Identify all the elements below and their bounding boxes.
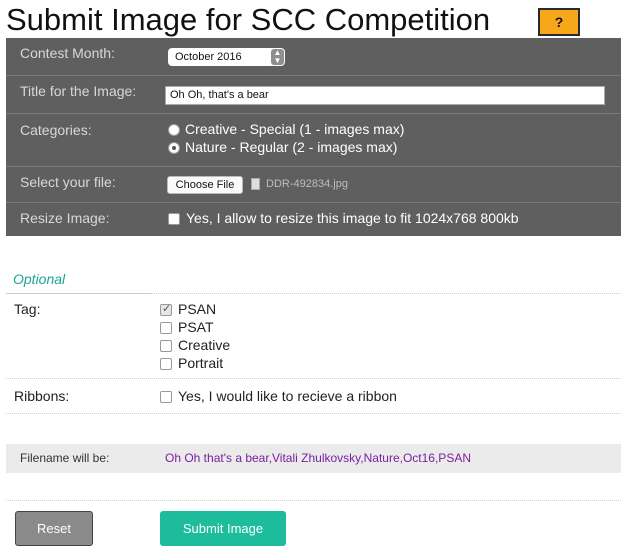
tag-option-psat[interactable]: PSAT [160,319,214,335]
tag-label-creative: Creative [178,337,231,353]
optional-divider [6,293,151,294]
choose-file-button[interactable]: Choose File [167,176,243,194]
divider [151,293,621,294]
title-label: Title for the Image: [20,83,137,99]
tag-label: Tag: [14,301,41,317]
ribbon-checkbox[interactable] [160,391,172,404]
category-radio-nature[interactable] [168,142,180,155]
contest-month-label: Contest Month: [20,45,115,61]
resize-option[interactable]: Yes, I allow to resize this image to fit… [168,210,519,226]
tag-checkbox-psat[interactable] [160,322,172,335]
title-input[interactable]: Oh Oh, that's a bear [165,86,605,105]
tag-checkbox-psan[interactable] [160,302,172,317]
page-title: Submit Image for SCC Competition [6,2,491,37]
tag-checkbox-creative[interactable] [160,340,172,353]
resize-row: Resize Image: Yes, I allow to resize thi… [6,203,621,236]
tag-option-psan[interactable]: PSAN [160,301,216,317]
tag-label-portrait: Portrait [178,355,224,371]
ribbons-label: Ribbons: [14,388,70,404]
category-radio-creative[interactable] [168,124,180,137]
file-label: Select your file: [20,174,116,190]
category-option-nature[interactable]: Nature - Regular (2 - images max) [168,139,397,155]
select-arrows-icon: ▲ ▼ [271,49,284,65]
ribbon-option[interactable]: Yes, I would like to recieve a ribbon [160,388,397,404]
submit-image-button[interactable]: Submit Image [160,511,286,546]
category-option-creative[interactable]: Creative - Special (1 - images max) [168,121,404,137]
tag-label-psat: PSAT [178,319,214,335]
category-label-creative: Creative - Special (1 - images max) [185,121,405,137]
filename-preview-label: Filename will be: [20,451,110,465]
divider [6,500,621,501]
submission-form-panel: Contest Month: October 2016 ▲ ▼ Title for… [6,38,621,236]
help-button[interactable]: ? [538,8,580,36]
tag-checkbox-portrait[interactable] [160,358,172,371]
divider [6,413,621,414]
category-label-nature: Nature - Regular (2 - images max) [185,139,398,155]
resize-text: Yes, I allow to resize this image to fit… [186,210,519,226]
selected-file-name: DDR-492834.jpg [266,178,348,190]
resize-checkbox[interactable] [168,213,180,226]
reset-button[interactable]: Reset [15,511,93,546]
tag-option-creative[interactable]: Creative [160,337,230,353]
tag-option-portrait[interactable]: Portrait [160,355,223,371]
filename-preview-bar: Filename will be: Oh Oh that's a bear,Vi… [6,444,621,473]
optional-heading: Optional [13,271,66,287]
contest-month-row: Contest Month: October 2016 ▲ ▼ [6,38,621,76]
file-icon [251,178,260,190]
categories-row: Categories: Creative - Special (1 - imag… [6,114,621,167]
divider [6,378,621,379]
contest-month-value: October 2016 [175,51,242,63]
filename-preview-value: Oh Oh that's a bear,Vitali Zhulkovsky,Na… [165,451,471,465]
categories-label: Categories: [20,122,92,138]
ribbon-text: Yes, I would like to recieve a ribbon [178,388,397,404]
tag-label-psan: PSAN [178,301,217,317]
resize-label: Resize Image: [20,210,110,226]
contest-month-select[interactable]: October 2016 ▲ ▼ [168,48,285,66]
